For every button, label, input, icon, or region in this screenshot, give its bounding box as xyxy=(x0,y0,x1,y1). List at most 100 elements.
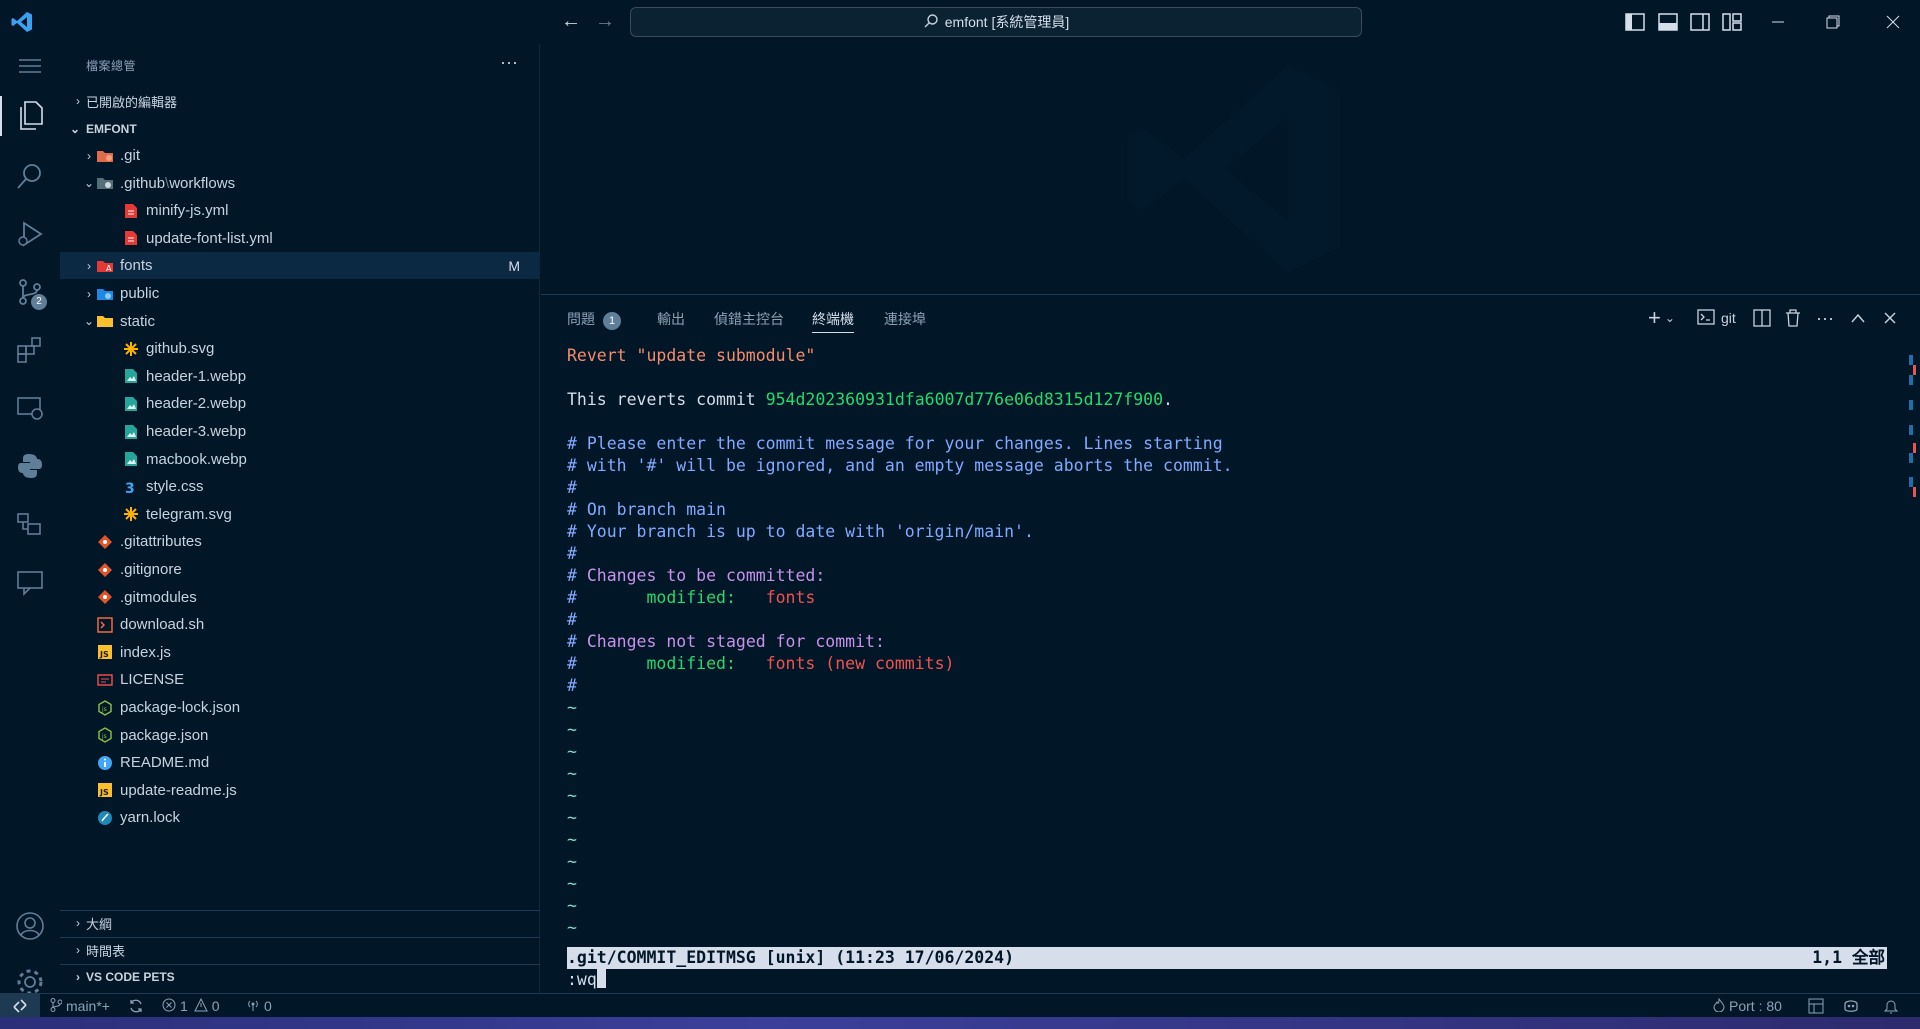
terminal-instance-button[interactable]: git xyxy=(1697,307,1736,329)
remote-indicator-icon[interactable] xyxy=(0,994,40,1018)
terminal-line: # modified: fonts (new commits) xyxy=(567,653,1887,675)
toggle-primary-sidebar-icon[interactable] xyxy=(1624,11,1646,33)
toggle-panel-icon[interactable] xyxy=(1657,11,1679,33)
tree-item[interactable]: update-font-list.yml xyxy=(60,225,540,252)
tree-item[interactable]: .gitignore xyxy=(60,556,540,583)
new-terminal-button[interactable]: + ⌄ xyxy=(1648,305,1675,330)
run-debug-icon[interactable] xyxy=(0,208,60,260)
tree-item[interactable]: js package-lock.json xyxy=(60,694,540,721)
scroll-mark xyxy=(1913,487,1916,497)
vim-tilde-line: ~ xyxy=(567,698,577,717)
tree-item[interactable]: js package.json xyxy=(60,722,540,749)
restore-window-icon[interactable] xyxy=(1806,0,1860,44)
tree-item[interactable]: header-1.webp xyxy=(60,363,540,390)
scroll-mark xyxy=(1909,477,1913,487)
git-file-icon xyxy=(96,561,114,579)
maximize-panel-icon[interactable] xyxy=(1851,307,1865,329)
tab-ports[interactable]: 連接埠 xyxy=(884,309,926,333)
bottom-panel: 問題 1 輸出 偵錯主控台 終端機 連接埠 + ⌄ git ··· Revert … xyxy=(541,294,1920,993)
tree-item[interactable]: macbook.webp xyxy=(60,446,540,473)
source-control-icon[interactable]: 2 xyxy=(0,266,60,318)
back-arrow-icon[interactable]: ← xyxy=(560,10,582,32)
terminal-icon xyxy=(1697,308,1715,328)
tree-item[interactable]: .gitattributes xyxy=(60,528,540,555)
open-editors-section[interactable]: › 已開啟的編輯器 xyxy=(60,90,540,112)
copilot-icon[interactable] xyxy=(1842,994,1860,1018)
tree-item[interactable]: yarn.lock xyxy=(60,804,540,831)
terminal-output[interactable]: Revert "update submodule" This reverts c… xyxy=(567,345,1887,939)
tree-item[interactable]: › .git xyxy=(60,142,540,169)
timeline-section[interactable]: › 時間表 xyxy=(60,939,540,961)
vscode-pets-section[interactable]: › VS CODE PETS xyxy=(60,966,540,988)
vscode-logo-icon xyxy=(10,10,34,34)
tree-item[interactable]: github.svg xyxy=(60,335,540,362)
tree-item-label: .gitignore xyxy=(120,561,182,578)
tab-output[interactable]: 輸出 xyxy=(657,309,685,333)
vim-tilde-line: ~ xyxy=(567,852,577,871)
vim-command: :wq xyxy=(567,970,597,989)
forward-arrow-icon[interactable]: → xyxy=(594,10,616,32)
tree-item[interactable]: README.md xyxy=(60,749,540,776)
outline-section[interactable]: › 大綱 xyxy=(60,912,540,934)
extensions-icon[interactable] xyxy=(0,324,60,376)
yaml-icon xyxy=(122,202,140,220)
account-icon[interactable] xyxy=(0,900,60,952)
port-status[interactable]: Port : 80 xyxy=(1713,994,1782,1018)
comments-icon[interactable] xyxy=(0,556,60,608)
containers-icon[interactable] xyxy=(0,498,60,550)
vim-file-info: .git/COMMIT_EDITMSG [unix] (11:23 17/06/… xyxy=(567,948,1015,967)
more-actions-icon[interactable]: ··· xyxy=(1816,307,1834,329)
menu-hamburger-icon[interactable] xyxy=(0,44,60,88)
tree-item[interactable]: download.sh xyxy=(60,611,540,638)
tree-item[interactable]: JS update-readme.js xyxy=(60,777,540,804)
command-center-search[interactable]: emfont [系統管理員] xyxy=(630,7,1362,37)
folder-public-icon xyxy=(96,285,114,303)
tree-item[interactable]: header-2.webp xyxy=(60,390,540,417)
tree-item[interactable]: LICENSE xyxy=(60,666,540,693)
title-bar: ← → emfont [系統管理員] xyxy=(0,0,1920,44)
ports-status[interactable]: 0 xyxy=(246,994,272,1018)
tab-terminal[interactable]: 終端機 xyxy=(812,309,854,333)
tree-item[interactable]: ⌄ static xyxy=(60,308,540,335)
tree-item[interactable]: telegram.svg xyxy=(60,501,540,528)
commit-hash: 954d202360931dfa6007d776e06d8315d127f900 xyxy=(765,390,1164,409)
svg-text:js: js xyxy=(101,706,107,713)
customize-layout-icon[interactable] xyxy=(1721,11,1743,33)
toggle-secondary-sidebar-icon[interactable] xyxy=(1689,11,1711,33)
vim-command-line[interactable]: :wq xyxy=(567,969,606,991)
more-actions-icon[interactable]: ··· xyxy=(500,52,518,73)
ports-count: 0 xyxy=(264,998,272,1014)
sync-icon[interactable] xyxy=(128,994,144,1018)
tree-item[interactable]: minify-js.yml xyxy=(60,197,540,224)
outline-label: 大綱 xyxy=(86,916,113,932)
python-icon[interactable] xyxy=(0,440,60,492)
branch-status[interactable]: main*+ xyxy=(50,994,110,1018)
problems-status[interactable]: 1 0 xyxy=(162,994,220,1018)
tree-item[interactable]: .gitmodules xyxy=(60,584,540,611)
close-panel-icon[interactable] xyxy=(1884,307,1896,329)
split-terminal-icon[interactable] xyxy=(1753,307,1771,329)
tree-item[interactable]: › Afonts M xyxy=(60,252,540,280)
chevron-down-icon: ⌄ xyxy=(1664,311,1675,325)
project-section[interactable]: ⌄ EMFONT xyxy=(60,118,540,140)
tab-debug-console[interactable]: 偵錯主控台 xyxy=(714,309,784,333)
tree-item[interactable]: JS index.js xyxy=(60,639,540,666)
tree-item-label: .gitmodules xyxy=(120,588,197,606)
port-label: Port : 80 xyxy=(1729,998,1782,1014)
layout-settings-icon[interactable] xyxy=(1808,994,1824,1018)
tree-item[interactable]: header-3.webp xyxy=(60,418,540,445)
explorer-icon[interactable] xyxy=(0,90,60,142)
notifications-bell-icon[interactable] xyxy=(1884,994,1898,1018)
tree-item[interactable]: › public xyxy=(60,280,540,307)
tree-item-label: package.json xyxy=(120,726,209,744)
kill-terminal-trash-icon[interactable] xyxy=(1785,307,1801,329)
divider xyxy=(60,964,540,965)
close-window-icon[interactable] xyxy=(1866,0,1920,44)
vim-tilde-line: ~ xyxy=(567,742,577,761)
tab-problems[interactable]: 問題 1 xyxy=(567,309,621,333)
minimize-window-icon[interactable] xyxy=(1751,0,1805,44)
remote-explorer-icon[interactable] xyxy=(0,382,60,434)
tree-item[interactable]: 3 style.css xyxy=(60,473,540,500)
search-icon[interactable] xyxy=(0,150,60,202)
tree-item[interactable]: ⌄ .github \ workflows xyxy=(60,170,540,197)
